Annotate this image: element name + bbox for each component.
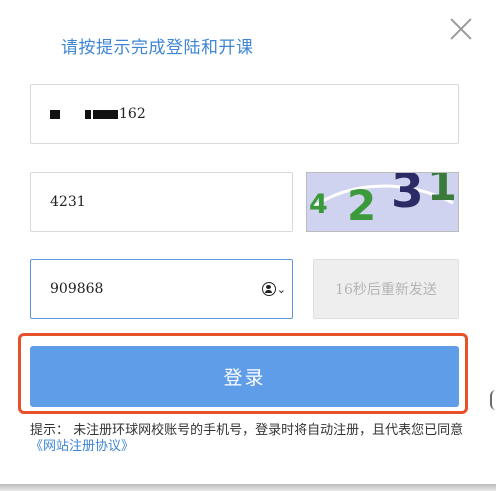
agreement-tip: 提示： 未注册环球网校账号的手机号，登录时将自动注册，且代表您已同意 《网站注册… (30, 423, 466, 455)
captcha-digit: 2 (347, 181, 377, 230)
login-button[interactable]: 登录 (30, 346, 459, 407)
phone-input[interactable]: 162 (30, 84, 459, 144)
login-dialog: 请按提示完成登陆和开课 162 4231 4 2 3 1 909868 ⌄ 16… (0, 0, 496, 491)
bottom-edge (0, 484, 496, 491)
captcha-digit: 3 (391, 172, 424, 219)
redacted-mark (93, 109, 118, 119)
agreement-link[interactable]: 《网站注册协议》 (30, 439, 134, 454)
close-icon[interactable] (448, 16, 474, 42)
redacted-mark (50, 109, 60, 119)
phone-visible-suffix: 162 (119, 106, 146, 122)
redacted-mark (85, 109, 91, 119)
sms-code-input[interactable]: 909868 ⌄ (30, 259, 293, 319)
captcha-digit: 1 (427, 172, 457, 211)
resend-code-button[interactable]: 16秒后重新发送 (313, 259, 459, 319)
sms-code-value: 909868 (50, 281, 104, 297)
captcha-image[interactable]: 4 2 3 1 (306, 172, 459, 232)
captcha-digit: 4 (309, 189, 328, 220)
scroll-edge (490, 390, 496, 410)
dialog-title: 请按提示完成登陆和开课 (61, 38, 254, 58)
captcha-input[interactable]: 4231 (30, 172, 293, 232)
person-icon (261, 282, 276, 296)
autofill-control[interactable]: ⌄ (261, 282, 286, 296)
tip-text: 提示： 未注册环球网校账号的手机号，登录时将自动注册，且代表您已同意 (30, 423, 464, 438)
captcha-input-value: 4231 (50, 194, 86, 210)
chevron-down-icon: ⌄ (276, 282, 286, 296)
